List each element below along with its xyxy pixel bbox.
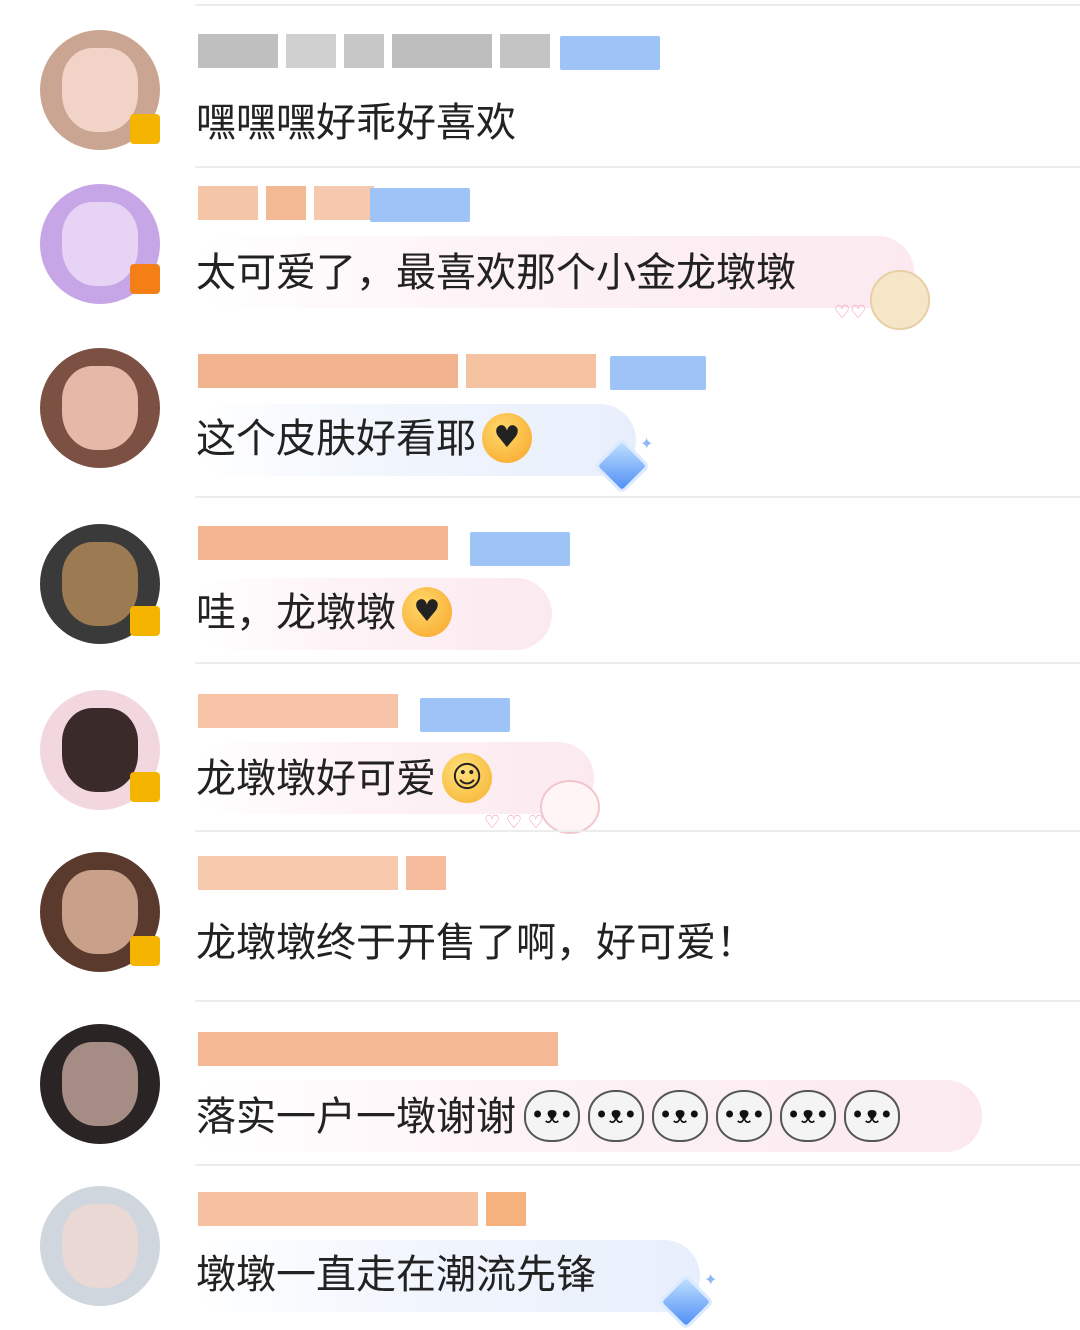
username[interactable] <box>198 526 456 562</box>
comment-text: 墩墩一直走在潮流先锋 <box>196 1252 596 1298</box>
hearts-decoration-icon: ♡♡ <box>834 302 867 323</box>
verified-badge-icon <box>130 114 160 144</box>
level-badge <box>370 188 470 222</box>
verified-badge-icon <box>130 936 160 966</box>
comment-text: 哇，龙墩墩 ♥ <box>196 587 452 640</box>
level-badge <box>470 532 570 566</box>
comment-text-content: 落实一户一墩谢谢 <box>196 1094 516 1140</box>
username[interactable] <box>198 186 382 222</box>
level-badge <box>560 36 660 70</box>
comment-text-content: 龙墩墩好可爱 <box>196 756 436 802</box>
comment-text-content: 这个皮肤好看耶 <box>196 416 476 462</box>
comment-divider <box>195 1000 1080 1002</box>
username[interactable] <box>198 856 454 892</box>
comment-text: 落实一户一墩谢谢 •ᴥ• •ᴥ• •ᴥ• •ᴥ• •ᴥ• •ᴥ• <box>196 1090 900 1145</box>
panda-emoji-icon: •ᴥ• <box>780 1090 836 1142</box>
comment-divider <box>195 166 1080 168</box>
panda-emoji-icon: •ᴥ• <box>524 1090 580 1142</box>
heart-eyes-emoji-icon: ♥ <box>482 413 532 463</box>
panda-emoji-icon: •ᴥ• <box>716 1090 772 1142</box>
level-badge <box>420 698 510 732</box>
username[interactable] <box>198 354 604 390</box>
hamster-sticker-icon <box>870 270 930 330</box>
username[interactable] <box>198 1192 534 1228</box>
avatar[interactable] <box>40 1186 160 1306</box>
sheep-sticker-icon <box>540 780 600 834</box>
panda-emoji-icon: •ᴥ• <box>844 1090 900 1142</box>
excited-face-emoji-icon: ☺ <box>442 753 492 803</box>
comment-text: 这个皮肤好看耶 ♥ <box>196 413 532 466</box>
avatar[interactable] <box>40 1024 160 1144</box>
verified-badge-icon <box>130 606 160 636</box>
hugging-face-emoji-icon: ♥ <box>402 587 452 637</box>
comment-divider <box>195 830 1080 832</box>
panda-emoji-icon: •ᴥ• <box>588 1090 644 1142</box>
username[interactable] <box>198 1032 566 1068</box>
comment-divider <box>195 496 1080 498</box>
top-divider <box>195 4 1080 6</box>
panda-emoji-icon: •ᴥ• <box>652 1090 708 1142</box>
verified-badge-icon <box>130 264 160 294</box>
username[interactable] <box>198 694 406 730</box>
comment-divider <box>195 662 1080 664</box>
comment-text: 嘿嘿嘿好乖好喜欢 <box>196 100 516 146</box>
sparkle-icon: ✦ <box>704 1270 718 1289</box>
avatar[interactable] <box>40 348 160 468</box>
username[interactable] <box>198 34 558 70</box>
verified-badge-icon <box>130 772 160 802</box>
level-badge <box>610 356 706 390</box>
comment-text: 太可爱了，最喜欢那个小金龙墩墩 <box>196 250 796 296</box>
comment-text-content: 哇，龙墩墩 <box>196 590 396 636</box>
comment-text: 龙墩墩好可爱 ☺ <box>196 753 492 806</box>
comment-text: 龙墩墩终于开售了啊，好可爱！ <box>196 920 756 966</box>
comment-divider <box>195 1164 1080 1166</box>
sparkle-icon: ✦ <box>640 434 654 453</box>
